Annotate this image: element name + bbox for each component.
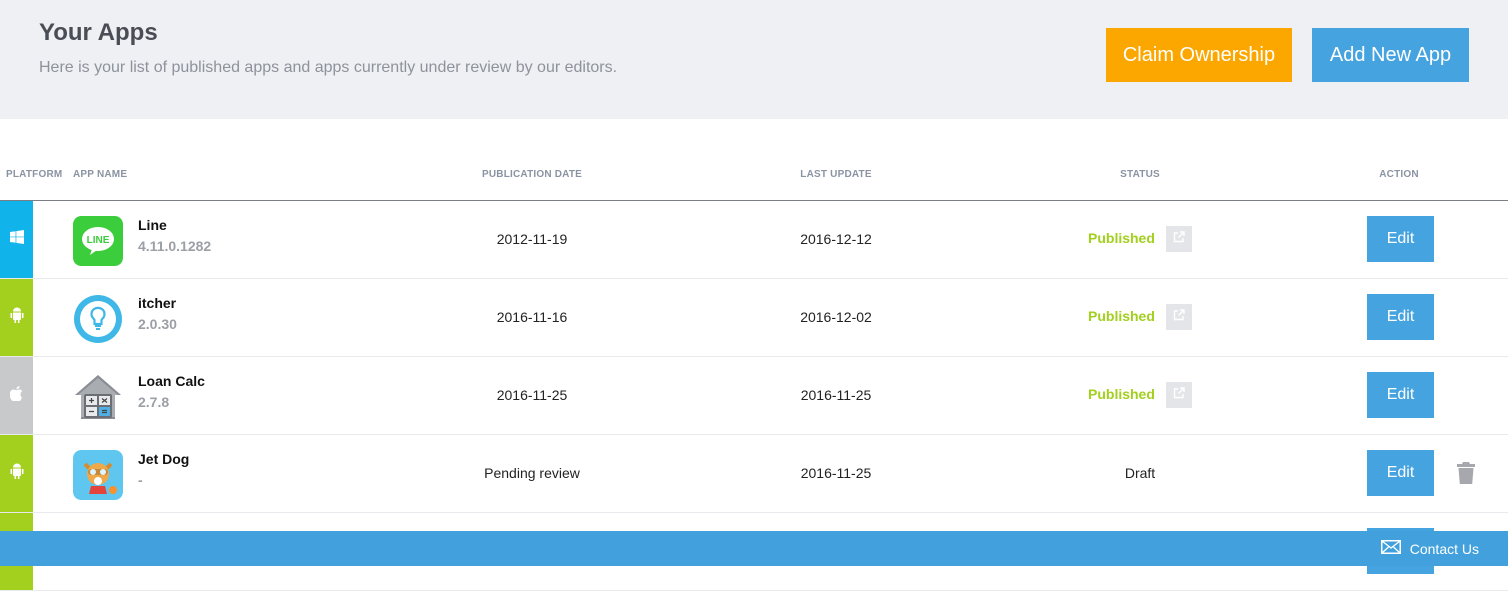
claim-ownership-button[interactable]: Claim Ownership (1106, 28, 1292, 82)
table-row: Loan Calc 2.7.8 2016-11-25 2016-11-25 Pu… (0, 357, 1508, 435)
delete-button[interactable] (1456, 461, 1476, 485)
platform-bar-windows (0, 201, 33, 278)
publication-date: 2016-11-16 (496, 309, 568, 325)
app-icon-itcher[interactable] (73, 294, 123, 344)
footer-bar: Contact Us (0, 531, 1508, 566)
contact-us-link[interactable]: Contact Us (1380, 531, 1479, 566)
table-row: Jet Dog - Pending review 2016-11-25 Draf… (0, 435, 1508, 513)
column-header-publication-date: PUBLICATION DATE (481, 169, 583, 180)
page-header: Your Apps Here is your list of published… (0, 0, 1508, 119)
edit-button[interactable]: Edit (1367, 372, 1434, 418)
app-icon-jet-dog[interactable] (73, 450, 123, 500)
external-link-button[interactable] (1166, 226, 1192, 252)
external-link-icon (1173, 230, 1185, 248)
column-header-app-name: APP NAME (73, 169, 128, 180)
windows-icon (9, 230, 24, 249)
platform-bar-apple (0, 357, 33, 434)
trash-icon (1456, 462, 1476, 489)
app-name[interactable]: Loan Calc (138, 373, 205, 389)
table-row: LINE Line 4.11.0.1282 2012-11-19 2016-12… (0, 201, 1508, 279)
platform-bar-android (0, 435, 33, 512)
last-update: 2016-11-25 (800, 387, 872, 403)
app-icon-line[interactable]: LINE (73, 216, 123, 266)
app-version: 2.0.30 (138, 316, 177, 332)
edit-button[interactable]: Edit (1367, 216, 1434, 262)
app-icon-loan-calc[interactable] (73, 372, 123, 422)
external-link-icon (1173, 308, 1185, 326)
edit-button[interactable]: Edit (1367, 294, 1434, 340)
status-badge: Published (1088, 308, 1155, 324)
apple-icon (9, 385, 23, 406)
svg-text:LINE: LINE (87, 235, 110, 246)
column-header-status: STATUS (1120, 169, 1160, 180)
column-header-last-update: LAST UPDATE (800, 169, 872, 180)
publication-date: 2012-11-19 (496, 231, 568, 247)
contact-us-label: Contact Us (1409, 540, 1479, 557)
edit-button[interactable]: Edit (1367, 450, 1434, 496)
column-header-action: ACTION (1379, 169, 1419, 180)
platform-bar-android (0, 279, 33, 356)
last-update: 2016-12-12 (800, 231, 872, 247)
envelope-icon (1380, 540, 1401, 557)
last-update: 2016-11-25 (800, 465, 872, 481)
page-title: Your Apps (39, 19, 158, 46)
column-header-platform: PLATFORM (6, 169, 63, 180)
android-icon (10, 307, 24, 328)
external-link-button[interactable] (1166, 382, 1192, 408)
publication-date: 2016-11-25 (496, 387, 568, 403)
android-icon (10, 463, 24, 484)
status-badge: Published (1088, 230, 1155, 246)
add-new-app-button[interactable]: Add New App (1312, 28, 1469, 82)
external-link-button[interactable] (1166, 304, 1192, 330)
app-name[interactable]: Jet Dog (138, 451, 189, 467)
app-version: 2.7.8 (138, 394, 170, 410)
status-badge: Published (1088, 386, 1155, 402)
page-subtitle: Here is your list of published apps and … (39, 59, 618, 76)
external-link-icon (1173, 386, 1185, 404)
app-version: 4.11.0.1282 (138, 238, 212, 254)
table-row: itcher 2.0.30 2016-11-16 2016-12-02 Publ… (0, 279, 1508, 357)
status-badge: Draft (1124, 465, 1156, 481)
last-update: 2016-12-02 (800, 309, 872, 325)
app-name[interactable]: itcher (138, 295, 176, 311)
app-version: - (138, 472, 143, 488)
publication-date: Pending review (484, 465, 580, 481)
app-name[interactable]: Line (138, 217, 167, 233)
